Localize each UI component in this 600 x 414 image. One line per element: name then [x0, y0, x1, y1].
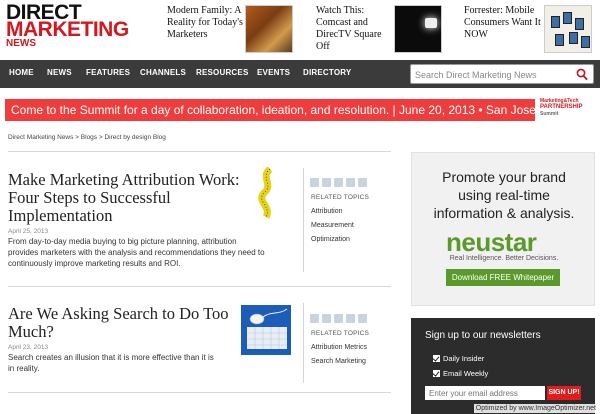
neustar-ad[interactable]: Promote your brand using real-time infor… — [411, 152, 595, 306]
nav-item-events[interactable]: EVENTS — [257, 68, 290, 77]
nav-item-news[interactable]: NEWS — [47, 68, 72, 77]
site-logo[interactable]: DIRECT MARKETING NEWS — [6, 2, 129, 50]
promo-text[interactable]: Forrester: Mobile Consumers Want It NOW — [464, 5, 542, 41]
search-icon[interactable] — [576, 68, 588, 81]
nav-item-features[interactable]: FEATURES — [86, 68, 130, 77]
download-whitepaper-button[interactable]: Download FREE Whitepaper — [446, 269, 560, 286]
newsletter-option[interactable]: Email Weekly — [433, 369, 488, 378]
search-input[interactable] — [415, 68, 571, 81]
column-separator — [303, 168, 304, 272]
checkbox-checked[interactable] — [433, 355, 440, 362]
summit-logo[interactable]: Marketing&Tech PARTNERSHIP Summit — [540, 98, 598, 122]
search-box — [410, 64, 594, 84]
checkbox-checked[interactable] — [433, 370, 440, 377]
sign-up-button[interactable]: SIGN UP! — [547, 386, 581, 400]
article-title-line[interactable]: Make Marketing Attribution Work: — [8, 170, 240, 189]
article-title-line[interactable]: Much? — [8, 322, 54, 341]
page: DIRECT MARKETING NEWS Modern Family: A R… — [0, 0, 600, 414]
promo-item[interactable]: Forrester: Mobile Consumers Want It NOW — [464, 5, 598, 55]
article-desc-line: From day-to-day media buying to big pict… — [8, 237, 237, 246]
promo-thumbnail[interactable] — [394, 5, 442, 53]
related-topic-link[interactable]: Optimization — [311, 236, 350, 243]
twitter-icon[interactable] — [322, 314, 331, 323]
article-title-line[interactable]: Implementation — [8, 206, 112, 225]
article-desc-line: provides marketers with the analysis and… — [8, 248, 265, 257]
summit-logo-line-3: Summit — [540, 111, 559, 117]
measuring-tape-image[interactable] — [252, 167, 282, 219]
share-buttons — [310, 174, 370, 187]
nav-item-directory[interactable]: DIRECTORY — [303, 68, 351, 77]
email-icon[interactable] — [358, 314, 367, 323]
google-plus-icon[interactable] — [334, 178, 343, 187]
article-desc-line: in reality. — [8, 364, 40, 373]
article-title-line[interactable]: Four Steps to Successful — [8, 188, 171, 207]
ad-headline-line: using real-time — [458, 187, 550, 203]
share-buttons — [310, 310, 370, 323]
email-field[interactable] — [425, 386, 545, 400]
promo-item[interactable]: Modern Family: A Reality for Today's Mar… — [167, 5, 297, 55]
related-topic-link[interactable]: Attribution Metrics — [311, 344, 367, 351]
related-topics-heading: RELATED TOPICS — [311, 194, 370, 201]
related-topics-heading: RELATED TOPICS — [311, 330, 370, 337]
article-date: April 23, 2013 — [8, 344, 49, 351]
nav-item-home[interactable]: HOME — [9, 68, 34, 77]
promo-text[interactable]: Watch This: Comcast and DirecTV Square O… — [316, 5, 396, 53]
ad-headline-line: Promote your brand — [442, 169, 566, 185]
article-desc-line: continuously improve marketing results a… — [8, 259, 181, 268]
nav-item-resources[interactable]: RESOURCES — [196, 68, 248, 77]
newsletter-option-label: Email Weekly — [443, 369, 489, 378]
article-desc-line: Search creates an illusion that it is mo… — [8, 353, 214, 362]
ad-headline-line: information & analysis. — [433, 205, 575, 221]
related-topic-link[interactable]: Attribution — [311, 208, 343, 215]
ad-tagline: Real Intelligence. Better Decisions. — [449, 255, 559, 262]
logo-line-2: MARKETING — [6, 18, 129, 41]
header: DIRECT MARKETING NEWS Modern Family: A R… — [0, 0, 600, 58]
nav-item-channels[interactable]: CHANNELS — [140, 68, 186, 77]
keyboard-mouse-image[interactable] — [241, 305, 291, 355]
promo-text[interactable]: Modern Family: A Reality for Today's Mar… — [167, 5, 249, 41]
linkedin-icon[interactable] — [346, 314, 355, 323]
newsletter-title: Sign up to our newsletters — [425, 330, 541, 341]
neustar-logo: neustar — [446, 227, 537, 257]
summit-logo-line-2: PARTNERSHIP — [540, 104, 583, 110]
promo-thumbnail[interactable] — [245, 5, 293, 53]
promo-thumbnail[interactable] — [544, 5, 592, 53]
divider — [8, 286, 391, 287]
divider — [8, 151, 391, 152]
promo-item[interactable]: Watch This: Comcast and DirecTV Square O… — [316, 5, 446, 55]
related-topic-link[interactable]: Measurement — [311, 222, 354, 229]
watermark: Optimized by www.ImageOptimizer.net — [473, 404, 598, 413]
google-plus-icon[interactable] — [334, 314, 343, 323]
twitter-icon[interactable] — [322, 178, 331, 187]
banner-text: Come to the Summit for a day of collabor… — [11, 103, 536, 117]
linkedin-icon[interactable] — [346, 178, 355, 187]
newsletter-signup: Sign up to our newsletters Daily Insider… — [411, 318, 595, 414]
main-nav: HOME NEWS FEATURES CHANNELS RESOURCES EV… — [0, 60, 600, 88]
summit-banner[interactable]: Come to the Summit for a day of collabor… — [5, 99, 536, 121]
related-topic-link[interactable]: Search Marketing — [311, 358, 366, 365]
email-icon[interactable] — [358, 178, 367, 187]
newsletter-option[interactable]: Daily Insider — [433, 354, 484, 363]
divider — [8, 392, 391, 393]
breadcrumb[interactable]: Direct Marketing News > Blogs > Direct b… — [8, 134, 166, 141]
column-separator — [303, 303, 304, 383]
article-title-line[interactable]: Are We Asking Search to Do Too — [8, 304, 229, 323]
newsletter-option-label: Daily Insider — [443, 354, 485, 363]
facebook-icon[interactable] — [310, 178, 319, 187]
facebook-icon[interactable] — [310, 314, 319, 323]
article-date: April 25, 2013 — [8, 228, 49, 235]
